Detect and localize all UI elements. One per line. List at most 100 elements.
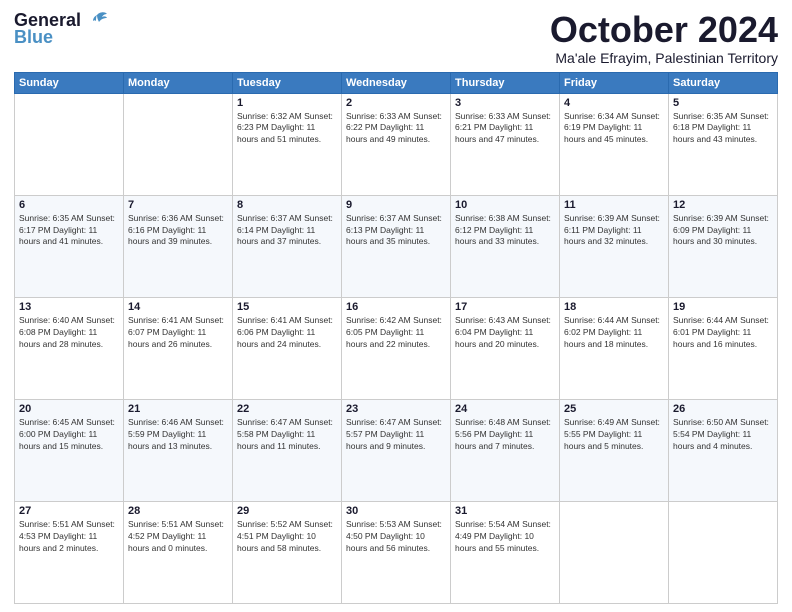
calendar-cell: 19 Sunrise: 6:44 AM Sunset: 6:01 PM Dayli…	[669, 297, 778, 399]
calendar-week-row: 1 Sunrise: 6:32 AM Sunset: 6:23 PM Daylig…	[15, 93, 778, 195]
day-number: 19	[673, 301, 773, 313]
day-number: 18	[564, 301, 664, 313]
calendar-cell: 5 Sunrise: 6:35 AM Sunset: 6:18 PM Daylig…	[669, 93, 778, 195]
day-number: 28	[128, 505, 228, 517]
day-info: Sunrise: 6:35 AM Sunset: 6:17 PM Dayligh…	[19, 213, 119, 249]
day-number: 3	[455, 97, 555, 109]
calendar-cell: 28Sunrise: 5:51 AM Sunset: 4:52 PM Dayli…	[124, 501, 233, 603]
calendar-weekday-tuesday: Tuesday	[233, 72, 342, 93]
calendar-cell: 29Sunrise: 5:52 AM Sunset: 4:51 PM Dayli…	[233, 501, 342, 603]
day-info: Sunrise: 6:33 AM Sunset: 6:22 PM Dayligh…	[346, 111, 446, 147]
day-number: 26	[673, 403, 773, 415]
day-info: Sunrise: 6:41 AM Sunset: 6:06 PM Dayligh…	[237, 315, 337, 351]
calendar-cell: 25 Sunrise: 6:49 AM Sunset: 5:55 PM Dayli…	[560, 399, 669, 501]
logo-blue: Blue	[14, 27, 53, 48]
day-number: 30	[346, 505, 446, 517]
day-number: 25	[564, 403, 664, 415]
logo: General Blue	[14, 10, 109, 48]
day-number: 6	[19, 199, 119, 211]
day-info: Sunrise: 6:35 AM Sunset: 6:18 PM Dayligh…	[673, 111, 773, 147]
calendar-cell: 13 Sunrise: 6:40 AM Sunset: 6:08 PM Dayli…	[15, 297, 124, 399]
day-number: 16	[346, 301, 446, 313]
calendar-week-row: 13 Sunrise: 6:40 AM Sunset: 6:08 PM Dayli…	[15, 297, 778, 399]
day-info: Sunrise: 6:46 AM Sunset: 5:59 PM Dayligh…	[128, 417, 228, 453]
day-info: Sunrise: 6:38 AM Sunset: 6:12 PM Dayligh…	[455, 213, 555, 249]
calendar-weekday-wednesday: Wednesday	[342, 72, 451, 93]
calendar-weekday-sunday: Sunday	[15, 72, 124, 93]
calendar-cell: 30Sunrise: 5:53 AM Sunset: 4:50 PM Dayli…	[342, 501, 451, 603]
day-info: Sunrise: 6:39 AM Sunset: 6:11 PM Dayligh…	[564, 213, 664, 249]
day-number: 23	[346, 403, 446, 415]
day-info: Sunrise: 6:40 AM Sunset: 6:08 PM Dayligh…	[19, 315, 119, 351]
calendar-cell: 27 Sunrise: 5:51 AM Sunset: 4:53 PM Dayli…	[15, 501, 124, 603]
day-info: Sunrise: 6:49 AM Sunset: 5:55 PM Dayligh…	[564, 417, 664, 453]
day-number: 15	[237, 301, 337, 313]
day-number: 14	[128, 301, 228, 313]
day-info: Sunrise: 6:34 AM Sunset: 6:19 PM Dayligh…	[564, 111, 664, 147]
day-info: Sunrise: 6:48 AM Sunset: 5:56 PM Dayligh…	[455, 417, 555, 453]
day-info: Sunrise: 6:47 AM Sunset: 5:57 PM Dayligh…	[346, 417, 446, 453]
calendar-cell: 21 Sunrise: 6:46 AM Sunset: 5:59 PM Dayli…	[124, 399, 233, 501]
calendar-cell: 15 Sunrise: 6:41 AM Sunset: 6:06 PM Dayli…	[233, 297, 342, 399]
calendar-cell: 18 Sunrise: 6:44 AM Sunset: 6:02 PM Dayli…	[560, 297, 669, 399]
calendar-weekday-saturday: Saturday	[669, 72, 778, 93]
logo-bird-icon	[85, 11, 109, 31]
calendar-cell: 10 Sunrise: 6:38 AM Sunset: 6:12 PM Dayli…	[451, 195, 560, 297]
calendar-header-row: SundayMondayTuesdayWednesdayThursdayFrid…	[15, 72, 778, 93]
calendar-cell	[15, 93, 124, 195]
calendar-cell: 20Sunrise: 6:45 AM Sunset: 6:00 PM Dayli…	[15, 399, 124, 501]
calendar-cell: 26Sunrise: 6:50 AM Sunset: 5:54 PM Dayli…	[669, 399, 778, 501]
day-info: Sunrise: 6:36 AM Sunset: 6:16 PM Dayligh…	[128, 213, 228, 249]
day-info: Sunrise: 5:51 AM Sunset: 4:53 PM Dayligh…	[19, 519, 119, 555]
calendar-cell: 24 Sunrise: 6:48 AM Sunset: 5:56 PM Dayli…	[451, 399, 560, 501]
calendar-weekday-friday: Friday	[560, 72, 669, 93]
day-info: Sunrise: 6:42 AM Sunset: 6:05 PM Dayligh…	[346, 315, 446, 351]
day-number: 2	[346, 97, 446, 109]
day-info: Sunrise: 5:54 AM Sunset: 4:49 PM Dayligh…	[455, 519, 555, 555]
day-number: 9	[346, 199, 446, 211]
calendar-weekday-monday: Monday	[124, 72, 233, 93]
day-number: 31	[455, 505, 555, 517]
calendar-cell: 3Sunrise: 6:33 AM Sunset: 6:21 PM Daylig…	[451, 93, 560, 195]
calendar-cell: 14Sunrise: 6:41 AM Sunset: 6:07 PM Dayli…	[124, 297, 233, 399]
location-title: Ma'ale Efrayim, Palestinian Territory	[550, 50, 778, 66]
day-info: Sunrise: 6:32 AM Sunset: 6:23 PM Dayligh…	[237, 111, 337, 147]
calendar-week-row: 27 Sunrise: 5:51 AM Sunset: 4:53 PM Dayli…	[15, 501, 778, 603]
calendar-cell	[669, 501, 778, 603]
calendar-cell: 9Sunrise: 6:37 AM Sunset: 6:13 PM Daylig…	[342, 195, 451, 297]
day-number: 8	[237, 199, 337, 211]
calendar-cell: 1 Sunrise: 6:32 AM Sunset: 6:23 PM Daylig…	[233, 93, 342, 195]
calendar-cell: 4 Sunrise: 6:34 AM Sunset: 6:19 PM Daylig…	[560, 93, 669, 195]
day-number: 5	[673, 97, 773, 109]
calendar-cell: 8 Sunrise: 6:37 AM Sunset: 6:14 PM Daylig…	[233, 195, 342, 297]
day-number: 10	[455, 199, 555, 211]
day-number: 24	[455, 403, 555, 415]
day-info: Sunrise: 6:39 AM Sunset: 6:09 PM Dayligh…	[673, 213, 773, 249]
calendar-cell: 7Sunrise: 6:36 AM Sunset: 6:16 PM Daylig…	[124, 195, 233, 297]
calendar-cell: 16 Sunrise: 6:42 AM Sunset: 6:05 PM Dayli…	[342, 297, 451, 399]
day-number: 1	[237, 97, 337, 109]
calendar-week-row: 6 Sunrise: 6:35 AM Sunset: 6:17 PM Daylig…	[15, 195, 778, 297]
calendar-week-row: 20Sunrise: 6:45 AM Sunset: 6:00 PM Dayli…	[15, 399, 778, 501]
calendar-cell: 22Sunrise: 6:47 AM Sunset: 5:58 PM Dayli…	[233, 399, 342, 501]
calendar-weekday-thursday: Thursday	[451, 72, 560, 93]
calendar-cell: 11 Sunrise: 6:39 AM Sunset: 6:11 PM Dayli…	[560, 195, 669, 297]
day-info: Sunrise: 5:52 AM Sunset: 4:51 PM Dayligh…	[237, 519, 337, 555]
day-number: 27	[19, 505, 119, 517]
day-info: Sunrise: 6:44 AM Sunset: 6:02 PM Dayligh…	[564, 315, 664, 351]
calendar-cell	[560, 501, 669, 603]
calendar-page: General Blue October 2024 Ma'ale Efrayim…	[0, 0, 792, 612]
calendar-cell: 17Sunrise: 6:43 AM Sunset: 6:04 PM Dayli…	[451, 297, 560, 399]
calendar-cell: 2 Sunrise: 6:33 AM Sunset: 6:22 PM Daylig…	[342, 93, 451, 195]
day-number: 13	[19, 301, 119, 313]
calendar-cell: 6 Sunrise: 6:35 AM Sunset: 6:17 PM Daylig…	[15, 195, 124, 297]
day-number: 11	[564, 199, 664, 211]
calendar-cell	[124, 93, 233, 195]
day-info: Sunrise: 6:44 AM Sunset: 6:01 PM Dayligh…	[673, 315, 773, 351]
calendar-table: SundayMondayTuesdayWednesdayThursdayFrid…	[14, 72, 778, 604]
calendar-cell: 23 Sunrise: 6:47 AM Sunset: 5:57 PM Dayli…	[342, 399, 451, 501]
month-title: October 2024	[550, 10, 778, 50]
day-number: 4	[564, 97, 664, 109]
day-number: 21	[128, 403, 228, 415]
day-info: Sunrise: 6:37 AM Sunset: 6:14 PM Dayligh…	[237, 213, 337, 249]
